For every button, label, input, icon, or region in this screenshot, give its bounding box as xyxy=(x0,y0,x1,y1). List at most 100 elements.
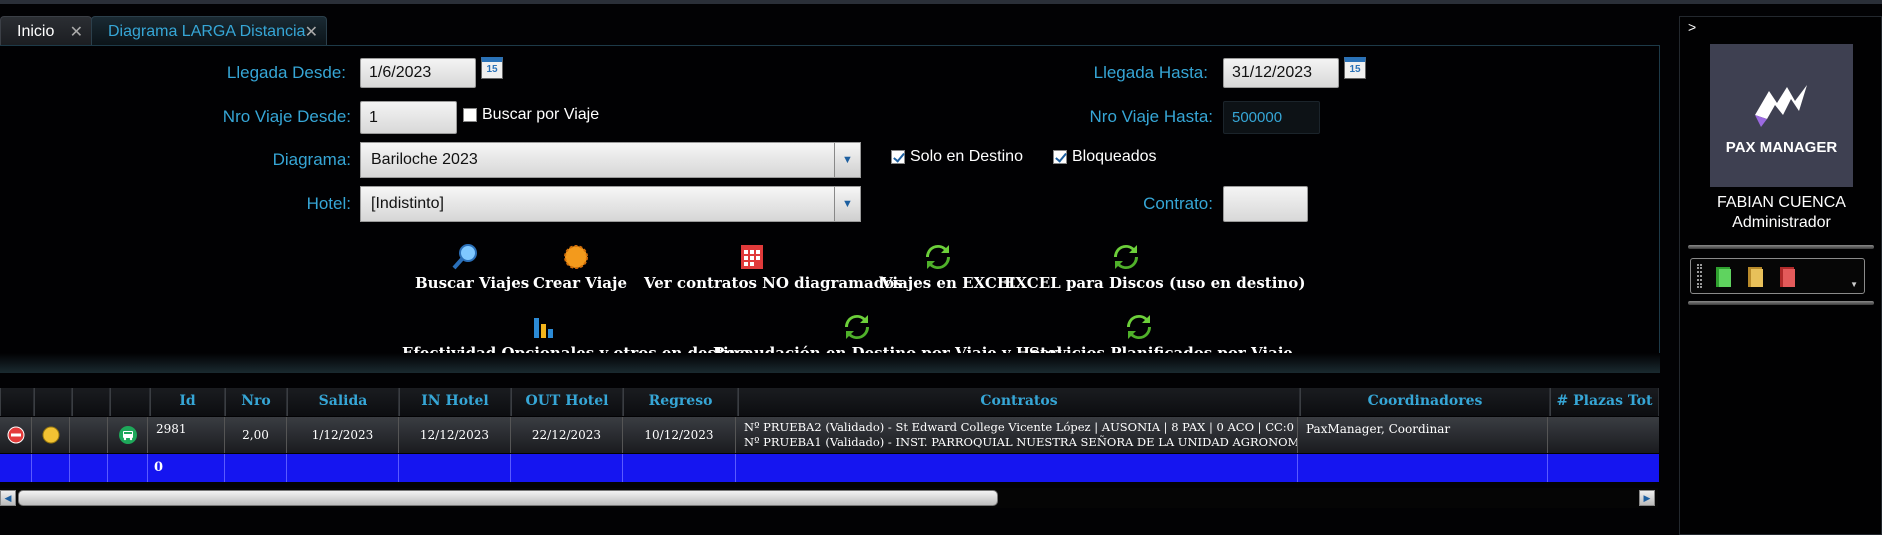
cell-salida: 1/12/2023 xyxy=(287,417,399,453)
pax-manager-logo: PAX MANAGER xyxy=(1710,44,1853,187)
cell-plazas xyxy=(1548,417,1659,453)
contrato-label: Contrato: xyxy=(1143,194,1213,213)
magnifier-icon xyxy=(452,244,477,270)
action-label: EXCEL para Discos (uso en destino) xyxy=(1004,274,1306,292)
summary-cell xyxy=(399,454,511,482)
cell-contratos: Nº PRUEBA2 (Validado) - St Edward Colleg… xyxy=(736,417,1298,453)
summary-cell xyxy=(225,454,287,482)
refresh-icon xyxy=(1126,314,1152,340)
refresh-icon xyxy=(844,314,870,340)
calendar-icon[interactable]: 15 xyxy=(481,57,503,79)
checkbox-box[interactable] xyxy=(891,150,905,164)
sidebar-toggle-icon[interactable]: > xyxy=(1688,19,1696,35)
hotel-value: [Indistinto] xyxy=(371,195,444,212)
red-door-icon[interactable] xyxy=(1777,265,1799,289)
hotel-select[interactable]: [Indistinto] ▼ xyxy=(360,186,861,222)
user-role: Administrador xyxy=(1732,214,1831,231)
header-icon-col[interactable] xyxy=(34,388,72,416)
scroll-right-icon[interactable]: ▶ xyxy=(1639,490,1655,506)
refresh-icon xyxy=(925,244,951,270)
scrollbar-thumb[interactable] xyxy=(18,490,998,506)
llegada-hasta-input[interactable]: 31/12/2023 xyxy=(1223,58,1339,88)
header-icon-col[interactable] xyxy=(110,388,150,416)
grid-header: Id Nro Salida IN Hotel OUT Hotel Regreso… xyxy=(0,388,1659,416)
horizontal-scrollbar[interactable]: ◀ ▶ xyxy=(0,488,1658,508)
tab-inicio[interactable]: Inicio ✕ xyxy=(0,16,92,46)
llegada-desde-label: Llegada Desde: xyxy=(226,63,346,82)
tab-diagrama-larga-distancia[interactable]: Diagrama LARGA Distancia ✕ xyxy=(91,16,327,46)
action-label: Buscar Viajes xyxy=(415,274,530,292)
filter-panel: Llegada Desde: 1/6/2023 15 Llegada Hasta… xyxy=(0,45,1660,373)
contrato-input[interactable] xyxy=(1223,186,1308,222)
quick-toolbar: ▼ xyxy=(1690,258,1865,294)
action-label: Ver contratos NO diagramados xyxy=(644,274,903,292)
header-coordinadores[interactable]: Coordinadores xyxy=(1300,388,1550,416)
chevron-down-icon[interactable]: ▼ xyxy=(1850,280,1858,289)
tab-bar: Inicio ✕ Diagrama LARGA Distancia ✕ xyxy=(0,16,1660,46)
empty-cell xyxy=(70,417,108,453)
tab-label: Diagrama LARGA Distancia xyxy=(108,22,306,40)
action-label: Viajes en EXCEL xyxy=(881,274,1019,292)
ver-contratos-button[interactable]: Ver contratos NO diagramados xyxy=(644,242,903,292)
bus-icon[interactable] xyxy=(108,417,148,453)
nro-viaje-desde-input[interactable]: 1 xyxy=(360,101,457,134)
checkbox-label: Solo en Destino xyxy=(910,148,1023,165)
nro-viaje-hasta-input[interactable]: 500000 xyxy=(1223,101,1320,134)
checkbox-label: Bloqueados xyxy=(1072,148,1157,165)
buscar-viajes-button[interactable]: Buscar Viajes xyxy=(415,242,529,292)
cell-regreso: 10/12/2023 xyxy=(623,417,736,453)
header-nro[interactable]: Nro xyxy=(225,388,287,416)
status-dot-icon[interactable] xyxy=(32,417,70,453)
table-row[interactable]: 2981 2,00 1/12/2023 12/12/2023 22/12/202… xyxy=(0,417,1659,453)
scroll-left-icon[interactable]: ◀ xyxy=(0,490,16,506)
header-in-hotel[interactable]: IN Hotel xyxy=(399,388,511,416)
divider xyxy=(1688,301,1874,305)
chevron-down-icon[interactable]: ▼ xyxy=(834,143,860,177)
excel-para-discos-button[interactable]: EXCEL para Discos (uso en destino) xyxy=(1004,242,1305,292)
blocked-icon[interactable] xyxy=(0,417,32,453)
yellow-door-icon[interactable] xyxy=(1745,265,1767,289)
tab-label: Inicio xyxy=(17,22,55,40)
panel-bottom-glow xyxy=(0,353,1660,373)
header-id[interactable]: Id xyxy=(150,388,225,416)
header-icon-col[interactable] xyxy=(72,388,110,416)
green-door-icon[interactable] xyxy=(1713,265,1735,289)
drag-handle-icon[interactable] xyxy=(1697,264,1702,288)
nro-viaje-desde-label: Nro Viaje Desde: xyxy=(222,107,351,126)
summary-cell xyxy=(32,454,70,482)
calendar-icon[interactable]: 15 xyxy=(1344,57,1366,79)
llegada-desde-input[interactable]: 1/6/2023 xyxy=(360,58,476,88)
header-icon-col[interactable] xyxy=(0,388,34,416)
header-plazas[interactable]: # Plazas Tot xyxy=(1550,388,1659,416)
solo-en-destino-checkbox[interactable]: Solo en Destino xyxy=(891,148,1023,166)
user-sidebar: > PAX MANAGER FABIAN CUENCA Administrado… xyxy=(1679,16,1882,535)
header-contratos[interactable]: Contratos xyxy=(738,388,1300,416)
chevron-down-icon[interactable]: ▼ xyxy=(834,187,860,221)
window-top-border xyxy=(0,0,1882,4)
cell-nro: 2,00 xyxy=(225,417,287,453)
checkbox-box[interactable] xyxy=(1053,150,1067,164)
diagrama-value: Bariloche 2023 xyxy=(371,151,478,168)
checkbox-box[interactable] xyxy=(463,108,477,122)
cell-out-hotel: 22/12/2023 xyxy=(511,417,623,453)
close-icon[interactable]: ✕ xyxy=(70,22,83,42)
crear-viaje-button[interactable]: Crear Viaje xyxy=(533,242,627,292)
user-name: FABIAN CUENCA xyxy=(1717,194,1846,211)
refresh-icon xyxy=(1113,244,1139,270)
close-icon[interactable]: ✕ xyxy=(305,22,318,42)
summary-cell xyxy=(0,454,32,482)
header-salida[interactable]: Salida xyxy=(287,388,399,416)
summary-cell xyxy=(287,454,399,482)
bloqueados-checkbox[interactable]: Bloqueados xyxy=(1053,148,1157,166)
diagrama-select[interactable]: Bariloche 2023 ▼ xyxy=(360,142,861,178)
summary-cell xyxy=(108,454,148,482)
header-regreso[interactable]: Regreso xyxy=(623,388,738,416)
cell-in-hotel: 12/12/2023 xyxy=(399,417,511,453)
calendar-grid-icon xyxy=(741,245,763,269)
buscar-por-viaje-checkbox[interactable]: Buscar por Viaje xyxy=(463,106,599,124)
sun-icon xyxy=(564,245,588,269)
header-out-hotel[interactable]: OUT Hotel xyxy=(511,388,623,416)
viajes-en-excel-button[interactable]: Viajes en EXCEL xyxy=(881,242,1019,292)
summary-row[interactable]: 0 xyxy=(0,454,1659,482)
bar-chart-icon xyxy=(534,318,553,338)
